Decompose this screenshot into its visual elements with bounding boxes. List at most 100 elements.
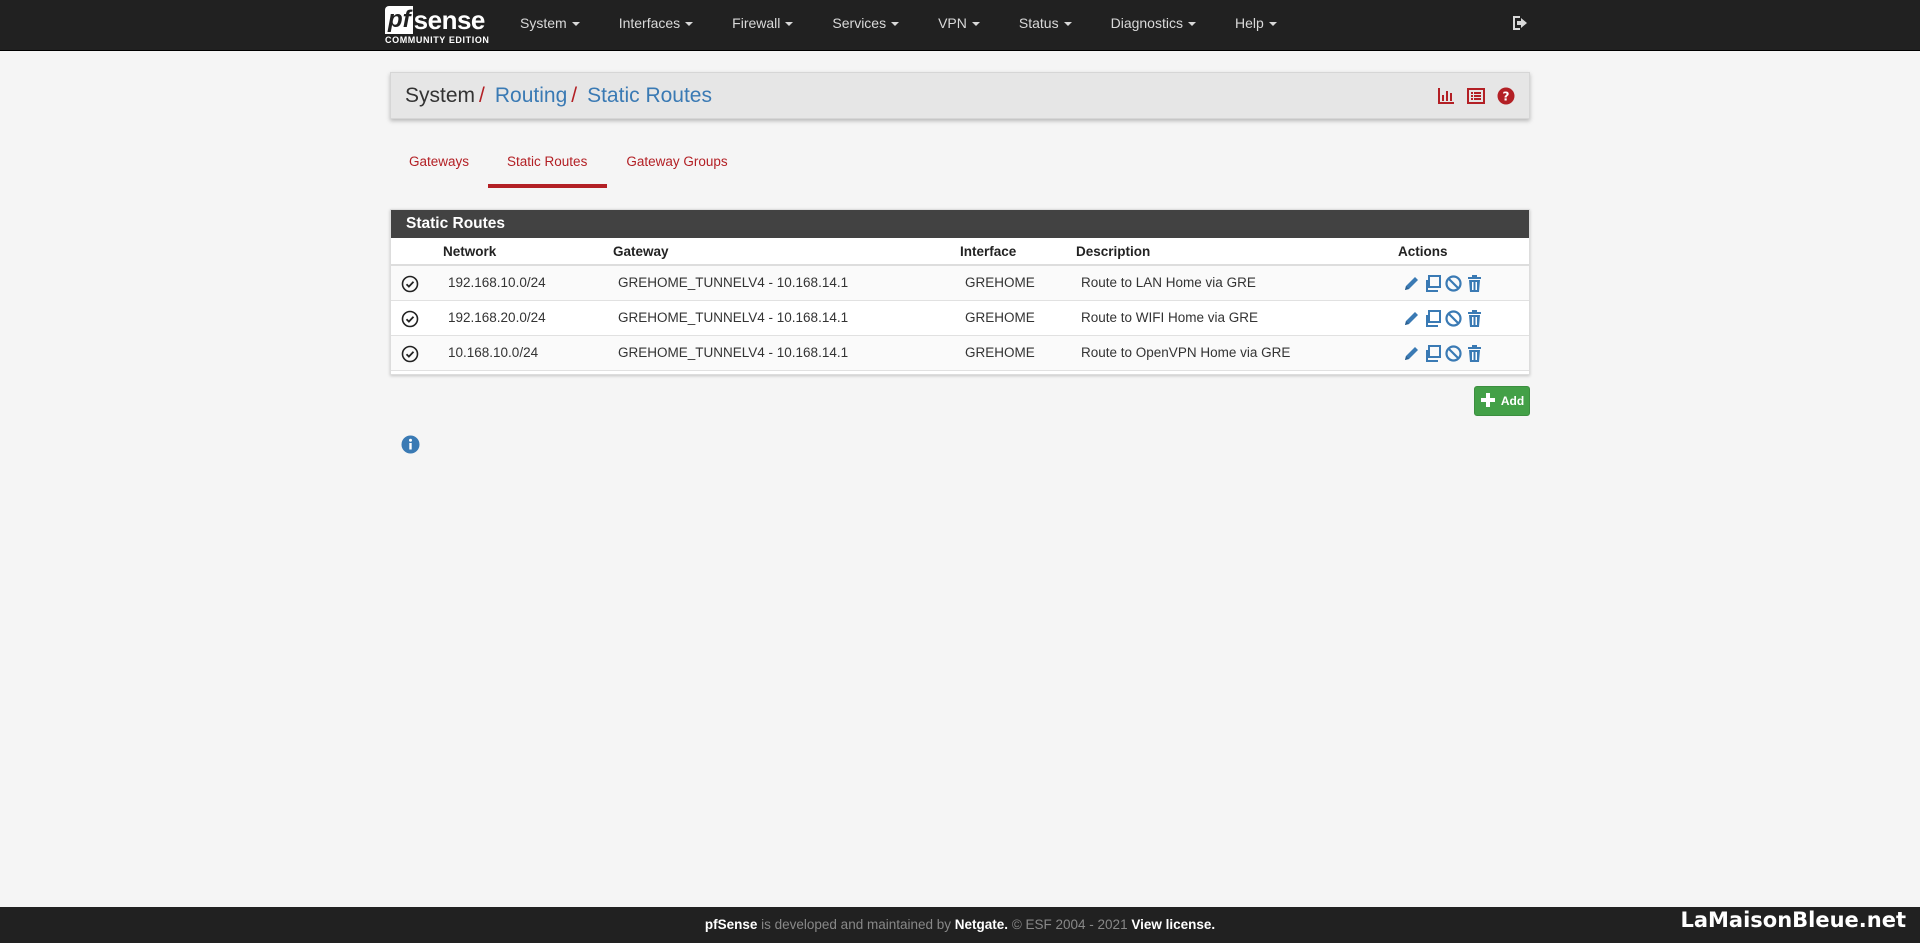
cell-description: Route to OpenVPN Home via GRE: [1081, 345, 1291, 360]
cell-description: Route to WIFI Home via GRE: [1081, 310, 1259, 325]
caret-down-icon: [1268, 22, 1277, 27]
menu-interfaces[interactable]: Interfaces: [618, 15, 694, 31]
menu-services[interactable]: Services: [832, 15, 900, 31]
trash-icon[interactable]: [1465, 309, 1484, 328]
menu-diagnostics-label: Diagnostics: [1110, 15, 1183, 31]
breadcrumb-icons: ?: [1437, 87, 1515, 105]
header-interface: Interface: [960, 244, 1017, 259]
logo-sense: sense: [413, 5, 486, 35]
copy-icon[interactable]: [1423, 344, 1442, 363]
logo-edition: COMMUNITY EDITION: [385, 35, 490, 45]
footer-copyright: © ESF 2004 - 2021: [1011, 917, 1128, 932]
trash-icon[interactable]: [1465, 344, 1484, 363]
footer: pfSense is developed and maintained by N…: [0, 907, 1920, 943]
menu-interfaces-label: Interfaces: [618, 15, 681, 31]
breadcrumb-separator: /: [571, 84, 578, 107]
table-row: 192.168.10.0/24 GREHOME_TUNNELV4 - 10.16…: [391, 266, 1529, 301]
breadcrumb-separator: /: [479, 84, 485, 107]
bar-chart-icon[interactable]: [1437, 87, 1455, 105]
disable-icon[interactable]: [1444, 309, 1463, 328]
disable-icon[interactable]: [1444, 344, 1463, 363]
pfsense-logo[interactable]: pf sense COMMUNITY EDITION: [385, 4, 493, 48]
check-circle-icon: [401, 275, 419, 293]
menu-services-label: Services: [832, 15, 887, 31]
info-icon[interactable]: [401, 435, 420, 454]
list-icon[interactable]: [1467, 87, 1485, 105]
row-actions: [1402, 274, 1484, 293]
footer-text: is developed and maintained by: [761, 917, 952, 932]
routing-tabs: Gateways Static Routes Gateway Groups: [390, 150, 747, 188]
header-actions: Actions: [1398, 244, 1448, 259]
panel-title: Static Routes: [391, 210, 1529, 238]
menu-help[interactable]: Help: [1235, 15, 1277, 31]
breadcrumb-system: System: [405, 84, 476, 107]
menu-system[interactable]: System: [520, 15, 580, 31]
footer-brand: pfSense: [704, 917, 758, 932]
menu-firewall-label: Firewall: [732, 15, 781, 31]
table-header: Network Gateway Interface Description Ac…: [391, 238, 1529, 266]
menu-system-label: System: [520, 15, 567, 31]
svg-text:?: ?: [1503, 90, 1510, 104]
menu-firewall[interactable]: Firewall: [732, 15, 794, 31]
menu-vpn-label: VPN: [938, 15, 967, 31]
sign-out-icon[interactable]: [1510, 13, 1530, 33]
header-description: Description: [1076, 244, 1151, 259]
navbar-inner: pf sense COMMUNITY EDITION System Interfa…: [385, 0, 1530, 51]
menu-status-label: Status: [1018, 15, 1059, 31]
cell-gateway: GREHOME_TUNNELV4 - 10.168.14.1: [618, 275, 849, 290]
breadcrumb-routing[interactable]: Routing: [495, 84, 567, 107]
caret-down-icon: [571, 22, 580, 27]
check-circle-icon: [401, 345, 419, 363]
add-route-button[interactable]: Add: [1474, 386, 1530, 416]
caret-down-icon: [1063, 22, 1072, 27]
table-row: 10.168.10.0/24 GREHOME_TUNNELV4 - 10.168…: [391, 336, 1529, 371]
tab-gateways[interactable]: Gateways: [390, 150, 488, 188]
check-circle-icon: [401, 310, 419, 328]
breadcrumb-static-routes[interactable]: Static Routes: [587, 84, 712, 107]
cell-network: 10.168.10.0/24: [448, 345, 539, 360]
menu-diagnostics[interactable]: Diagnostics: [1111, 15, 1196, 31]
table-row: 192.168.20.0/24 GREHOME_TUNNELV4 - 10.16…: [391, 301, 1529, 336]
pencil-icon[interactable]: [1402, 344, 1421, 363]
table-body: 192.168.10.0/24 GREHOME_TUNNELV4 - 10.16…: [391, 266, 1529, 371]
plus-icon: [1480, 392, 1496, 411]
tab-static-routes[interactable]: Static Routes: [488, 150, 608, 188]
caret-down-icon: [1187, 22, 1196, 27]
logo-pf: pf: [385, 6, 413, 34]
header-gateway: Gateway: [613, 244, 669, 259]
header-network: Network: [443, 244, 497, 259]
tab-gateway-groups[interactable]: Gateway Groups: [607, 150, 746, 188]
cell-network: 192.168.20.0/24: [448, 310, 546, 325]
view-license-link[interactable]: View license.: [1131, 917, 1215, 932]
footer-company[interactable]: Netgate.: [955, 917, 1008, 932]
cell-gateway: GREHOME_TUNNELV4 - 10.168.14.1: [618, 310, 849, 325]
row-actions: [1402, 344, 1484, 363]
cell-description: Route to LAN Home via GRE: [1081, 275, 1256, 290]
cell-network: 192.168.10.0/24: [448, 275, 546, 290]
caret-down-icon: [685, 22, 694, 27]
caret-down-icon: [971, 22, 980, 27]
caret-down-icon: [891, 22, 900, 27]
pencil-icon[interactable]: [1402, 274, 1421, 293]
copy-icon[interactable]: [1423, 309, 1442, 328]
trash-icon[interactable]: [1465, 274, 1484, 293]
row-actions: [1402, 309, 1484, 328]
breadcrumb-panel: System / Routing / Static Routes ?: [390, 72, 1530, 119]
help-icon[interactable]: ?: [1497, 87, 1515, 105]
cell-interface: GREHOME: [965, 345, 1035, 360]
watermark: LaMaisonBleue.net: [1680, 908, 1906, 932]
cell-interface: GREHOME: [965, 275, 1035, 290]
cell-gateway: GREHOME_TUNNELV4 - 10.168.14.1: [618, 345, 849, 360]
menu-vpn[interactable]: VPN: [938, 15, 980, 31]
add-button-label: Add: [1500, 394, 1525, 408]
top-navbar: pf sense COMMUNITY EDITION System Interfa…: [0, 0, 1920, 51]
disable-icon[interactable]: [1444, 274, 1463, 293]
breadcrumb: System / Routing / Static Routes: [405, 83, 712, 109]
cell-interface: GREHOME: [965, 310, 1035, 325]
menu-status[interactable]: Status: [1019, 15, 1072, 31]
static-routes-panel: Static Routes Network Gateway Interface …: [390, 209, 1530, 375]
copy-icon[interactable]: [1423, 274, 1442, 293]
caret-down-icon: [785, 22, 794, 27]
menu-help-label: Help: [1234, 15, 1264, 31]
pencil-icon[interactable]: [1402, 309, 1421, 328]
